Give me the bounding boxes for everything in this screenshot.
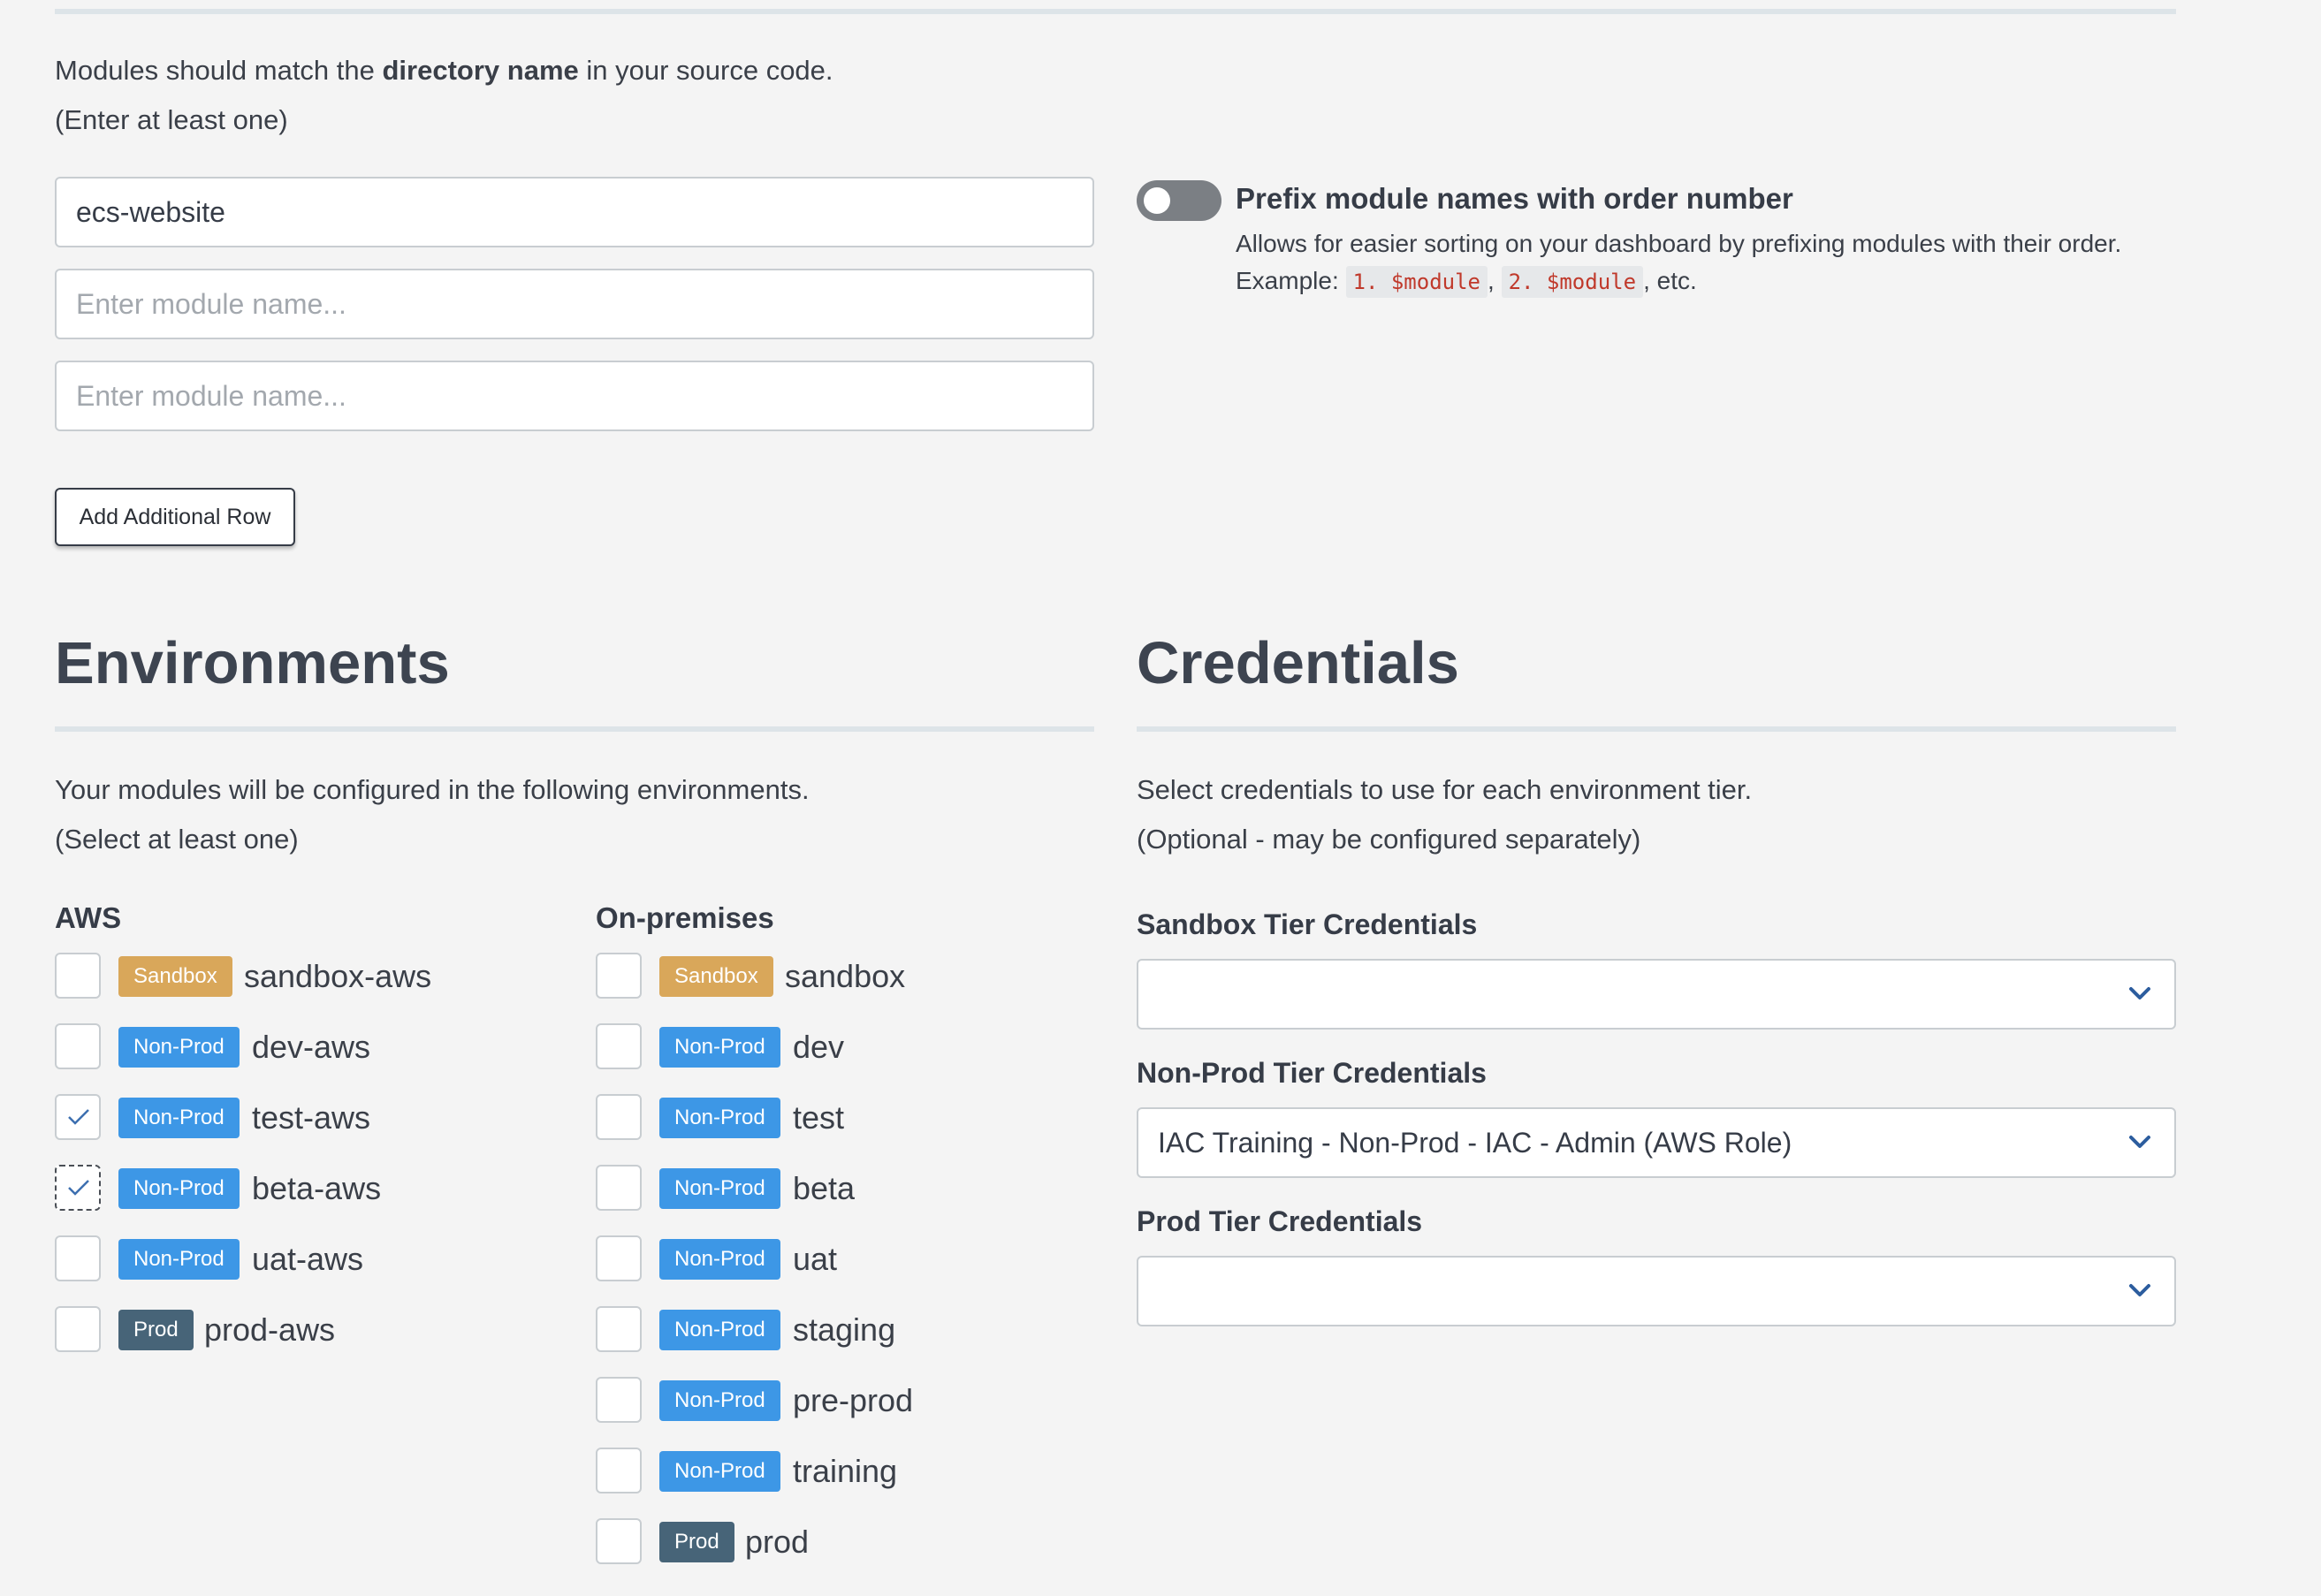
on-premises-group-label: On-premises [596, 901, 774, 934]
modules-note: (Enter at least one) [55, 104, 288, 135]
credentials-description: Select credentials to use for each envir… [1137, 774, 1753, 805]
env-name: dev [793, 1029, 845, 1065]
add-additional-row-button[interactable]: Add Additional Row [55, 488, 295, 546]
tier-badge-non-prod: Non-Prod [659, 1451, 780, 1492]
prefix-toggle-title: Prefix module names with order number [1236, 182, 1793, 215]
env-checkbox-checked[interactable] [55, 1165, 101, 1211]
env-name: prod-aws [204, 1311, 336, 1348]
example-label: Example: [1236, 267, 1346, 294]
tier-badge-non-prod: Non-Prod [118, 1168, 240, 1209]
tier-badge-non-prod: Non-Prod [659, 1168, 780, 1209]
aws-group-label: AWS [55, 901, 122, 934]
env-checkbox[interactable] [596, 1518, 642, 1564]
env-name: beta-aws [252, 1170, 382, 1206]
module-name-input-2[interactable] [55, 269, 1094, 339]
env-name: training [793, 1453, 898, 1489]
env-checkbox[interactable] [596, 1377, 642, 1423]
environments-note: (Select at least one) [55, 824, 299, 855]
modules-intro-prefix: Modules should match the [55, 55, 383, 86]
credentials-divider [1137, 726, 2176, 732]
env-checkbox[interactable] [55, 953, 101, 999]
prod-credentials-select[interactable] [1137, 1256, 2176, 1326]
tier-badge-non-prod: Non-Prod [118, 1027, 240, 1068]
modules-intro-suffix: in your source code. [578, 55, 833, 86]
tier-badge-sandbox: Sandbox [118, 956, 232, 997]
check-icon [68, 1109, 89, 1125]
tier-badge-sandbox: Sandbox [659, 956, 773, 997]
env-checkbox[interactable] [55, 1023, 101, 1069]
env-checkbox[interactable] [55, 1306, 101, 1352]
env-checkbox[interactable] [596, 1023, 642, 1069]
select-value: IAC Training - Non-Prod - IAC - Admin (A… [1158, 1127, 1792, 1159]
non-prod-credentials-select[interactable]: IAC Training - Non-Prod - IAC - Admin (A… [1137, 1107, 2176, 1178]
env-checkbox[interactable] [55, 1235, 101, 1281]
env-name: uat [793, 1241, 838, 1277]
modules-intro-bold: directory name [382, 55, 579, 86]
example-code-2: 2. $module [1501, 266, 1644, 298]
env-name: beta [793, 1170, 856, 1206]
env-name: prod [745, 1524, 810, 1560]
example-suffix: , etc. [1643, 267, 1697, 294]
tier-badge-non-prod: Non-Prod [659, 1098, 780, 1138]
environments-divider [55, 726, 1094, 732]
modules-intro: Modules should match the directory name … [55, 55, 833, 87]
env-checkbox[interactable] [596, 1306, 642, 1352]
example-separator: , [1488, 267, 1495, 294]
env-name: dev-aws [252, 1029, 371, 1065]
environments-description: Your modules will be configured in the f… [55, 774, 810, 805]
env-checkbox[interactable] [596, 1165, 642, 1211]
module-name-input-3[interactable] [55, 361, 1094, 431]
sandbox-credentials-select[interactable] [1137, 959, 2176, 1030]
env-name: test [793, 1099, 845, 1136]
sandbox-credentials-label: Sandbox Tier Credentials [1137, 908, 1478, 940]
tier-badge-non-prod: Non-Prod [118, 1239, 240, 1280]
chevron-down-icon [2129, 1136, 2150, 1148]
prefix-toggle-example: Example: 1. $module, 2. $module, etc. [1236, 266, 1697, 298]
prefix-module-toggle[interactable] [1137, 180, 1221, 221]
credentials-title: Credentials [1137, 630, 1459, 696]
credentials-note: (Optional - may be configured separately… [1137, 824, 1641, 855]
module-name-input-1[interactable] [55, 177, 1094, 247]
env-checkbox[interactable] [596, 1235, 642, 1281]
non-prod-credentials-label: Non-Prod Tier Credentials [1137, 1057, 1487, 1089]
check-icon [68, 1180, 89, 1196]
tier-badge-non-prod: Non-Prod [659, 1310, 780, 1350]
tier-badge-prod: Prod [659, 1522, 734, 1562]
prod-credentials-label: Prod Tier Credentials [1137, 1205, 1423, 1237]
top-divider [55, 9, 2176, 14]
environments-title: Environments [55, 630, 450, 696]
tier-badge-non-prod: Non-Prod [118, 1098, 240, 1138]
tier-badge-non-prod: Non-Prod [659, 1027, 780, 1068]
tier-badge-non-prod: Non-Prod [659, 1239, 780, 1280]
env-name: pre-prod [793, 1382, 914, 1418]
env-checkbox-checked[interactable] [55, 1094, 101, 1140]
env-name: uat-aws [252, 1241, 364, 1277]
toggle-knob [1144, 187, 1170, 214]
env-name: sandbox-aws [244, 958, 432, 994]
env-name: test-aws [252, 1099, 371, 1136]
prefix-toggle-description: Allows for easier sorting on your dashbo… [1236, 230, 2122, 257]
tier-badge-non-prod: Non-Prod [659, 1380, 780, 1421]
env-checkbox[interactable] [596, 1094, 642, 1140]
tier-badge-prod: Prod [118, 1310, 194, 1350]
env-name: staging [793, 1311, 896, 1348]
env-checkbox[interactable] [596, 953, 642, 999]
example-code-1: 1. $module [1345, 266, 1488, 298]
chevron-down-icon [2129, 1284, 2150, 1296]
env-checkbox[interactable] [596, 1448, 642, 1493]
chevron-down-icon [2129, 987, 2150, 999]
env-name: sandbox [785, 958, 906, 994]
